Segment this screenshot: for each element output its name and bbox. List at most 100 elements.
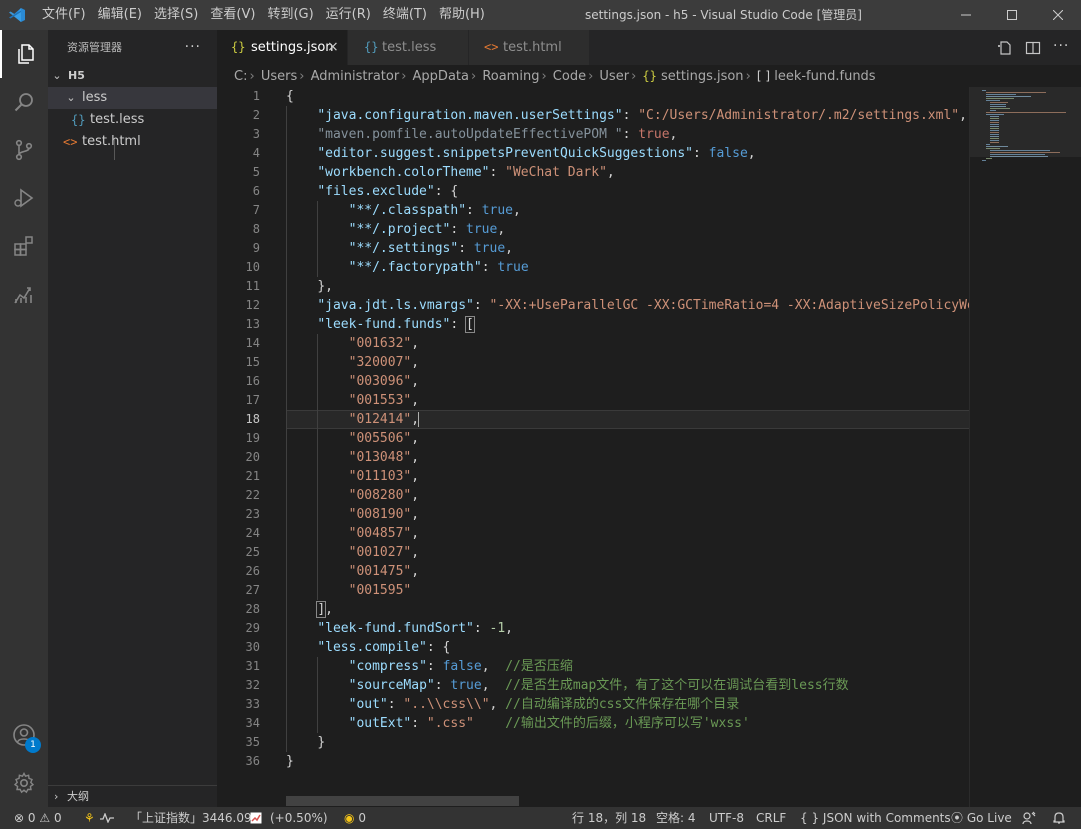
menu-file[interactable]: 文件(F) <box>36 0 92 30</box>
menu-view[interactable]: 查看(V) <box>204 0 261 30</box>
cursor-position[interactable]: 行 18，列 18 <box>572 807 646 829</box>
minimap-line <box>990 102 1008 103</box>
line-number: 34 <box>245 716 260 730</box>
code-line: }, <box>317 279 333 294</box>
eol-status[interactable]: CRLF <box>756 807 786 829</box>
maximize-icon <box>1007 10 1017 20</box>
code-line: } <box>286 754 294 769</box>
close-icon <box>1053 10 1063 20</box>
minimap-line <box>990 108 1010 109</box>
code-line: "**/.settings": true, <box>348 241 513 256</box>
run-debug-icon <box>14 188 34 208</box>
line-number: 18 <box>245 412 260 426</box>
minimap-line <box>982 90 986 91</box>
menu-go[interactable]: 转到(G) <box>261 0 319 30</box>
menu-run[interactable]: 运行(R) <box>320 0 377 30</box>
minimap-line <box>990 152 1060 153</box>
manage-button[interactable] <box>0 759 48 807</box>
leek-fund-button[interactable] <box>0 270 48 318</box>
extensions-button[interactable] <box>0 222 48 270</box>
code-editor[interactable]: 1 2 3 4 5 6 7 8 9 10 11 12 13 14 15 16 17 18 19 20 21 22 23 24 2… <box>217 87 969 807</box>
gear-icon <box>13 772 35 794</box>
language-label: JSON with Comments <box>822 811 951 825</box>
leek-icon[interactable]: ⚘ <box>84 807 95 829</box>
run-debug-button[interactable] <box>0 174 48 222</box>
go-live-button[interactable]: ⦿ Go Live <box>951 807 1012 829</box>
minimap-line <box>990 110 996 111</box>
breadcrumb-item[interactable]: Users <box>261 69 297 84</box>
menu-help[interactable]: 帮助(H) <box>433 0 491 30</box>
language-mode[interactable]: { } JSON with Comments <box>800 807 951 829</box>
breadcrumb-item[interactable]: User <box>599 69 629 84</box>
split-editor-button[interactable] <box>1025 40 1041 56</box>
code-line: "editor.suggest.snippetsPreventQuickSugg… <box>317 146 756 161</box>
tab-test-html[interactable]: <> test.html <box>469 30 589 65</box>
stock-index-status[interactable]: 「上证指数」3446.09 <box>130 807 252 829</box>
line-number: 11 <box>245 279 260 293</box>
line-number: 27 <box>245 583 260 597</box>
breadcrumb-item[interactable]: AppData <box>413 69 469 84</box>
tab-test-less[interactable]: {} test.less <box>348 30 468 65</box>
file-test-less[interactable]: {} test.less <box>48 109 217 131</box>
problems-status[interactable]: ⊗ 0 ⚠ 0 <box>14 807 62 829</box>
breadcrumb: C: › Users › Administrator › AppData › Roami… <box>217 65 1081 87</box>
folder-less[interactable]: ⌄ less <box>48 87 217 109</box>
breadcrumb-item[interactable]: C: <box>234 69 247 84</box>
line-number: 7 <box>252 203 260 217</box>
warning-icon: ⚠ <box>39 811 51 825</box>
line-number: 15 <box>245 355 260 369</box>
search-button[interactable] <box>0 78 48 126</box>
notifications-button[interactable] <box>1052 811 1066 829</box>
tab-settings-json[interactable]: {} settings.json × <box>217 30 347 65</box>
maximize-button[interactable] <box>989 0 1035 30</box>
minimap-line <box>986 112 1066 113</box>
activity-bar: 1 <box>0 30 48 807</box>
minimap-line <box>990 106 1006 107</box>
more-tab-actions-button[interactable]: ··· <box>1053 38 1069 54</box>
minimize-button[interactable] <box>943 0 989 30</box>
encoding-status[interactable]: UTF-8 <box>709 807 744 829</box>
minimap-line <box>990 104 1006 105</box>
minimap-line <box>982 160 986 161</box>
close-window-button[interactable] <box>1035 0 1081 30</box>
minimap-line <box>990 136 999 137</box>
horizontal-scrollbar[interactable] <box>286 796 519 806</box>
line-number: 9 <box>252 241 260 255</box>
minimap[interactable] <box>969 87 1081 807</box>
feedback-button[interactable] <box>1022 811 1036 829</box>
explorer-button[interactable] <box>0 30 48 78</box>
outline-section[interactable]: › 大纲 <box>48 785 217 807</box>
minimap-line <box>986 96 1031 97</box>
indentation-status[interactable]: 空格: 4 <box>656 807 696 829</box>
minimap-line <box>990 128 999 129</box>
json-file-icon: {} <box>642 69 657 83</box>
breadcrumb-symbol[interactable]: leek-fund.funds <box>774 69 875 84</box>
more-actions-button[interactable]: ··· <box>185 30 201 65</box>
explorer-sidebar: 资源管理器 ··· ⌄ H5 ⌄ less {} test.less <> te… <box>48 30 217 807</box>
open-changes-button[interactable] <box>997 40 1013 56</box>
breadcrumb-item[interactable]: Roaming <box>482 69 539 84</box>
code-line: "java.jdt.ls.vmargs": "-XX:+UseParallelG… <box>317 298 969 313</box>
line-number: 24 <box>245 526 260 540</box>
accounts-button[interactable]: 1 <box>0 711 48 759</box>
file-test-html[interactable]: <> test.html <box>48 131 217 153</box>
fund-status[interactable]: ◉ 0 <box>344 807 366 829</box>
folder-root-h5[interactable]: ⌄ H5 <box>48 65 217 87</box>
breadcrumb-item[interactable]: Code <box>553 69 586 84</box>
menu-edit[interactable]: 编辑(E) <box>92 0 148 30</box>
error-count: 0 <box>27 811 36 825</box>
close-tab-icon[interactable]: × <box>327 30 339 65</box>
source-control-button[interactable] <box>0 126 48 174</box>
menu-terminal[interactable]: 终端(T) <box>377 0 433 30</box>
accounts-badge: 1 <box>25 737 41 753</box>
menu-selection[interactable]: 选择(S) <box>148 0 204 30</box>
breadcrumb-item[interactable]: Administrator <box>311 69 400 84</box>
menu-bar: 文件(F) 编辑(E) 选择(S) 查看(V) 转到(G) 运行(R) 终端(T… <box>36 0 491 30</box>
breadcrumb-file[interactable]: settings.json <box>661 69 744 84</box>
line-number: 20 <box>245 450 260 464</box>
minimap-line <box>986 146 1008 147</box>
window-title: settings.json - h5 - Visual Studio Code … <box>585 8 862 22</box>
tab-label: test.html <box>503 40 562 55</box>
minimap-line <box>990 134 999 135</box>
code-line: "001595" <box>348 583 412 598</box>
